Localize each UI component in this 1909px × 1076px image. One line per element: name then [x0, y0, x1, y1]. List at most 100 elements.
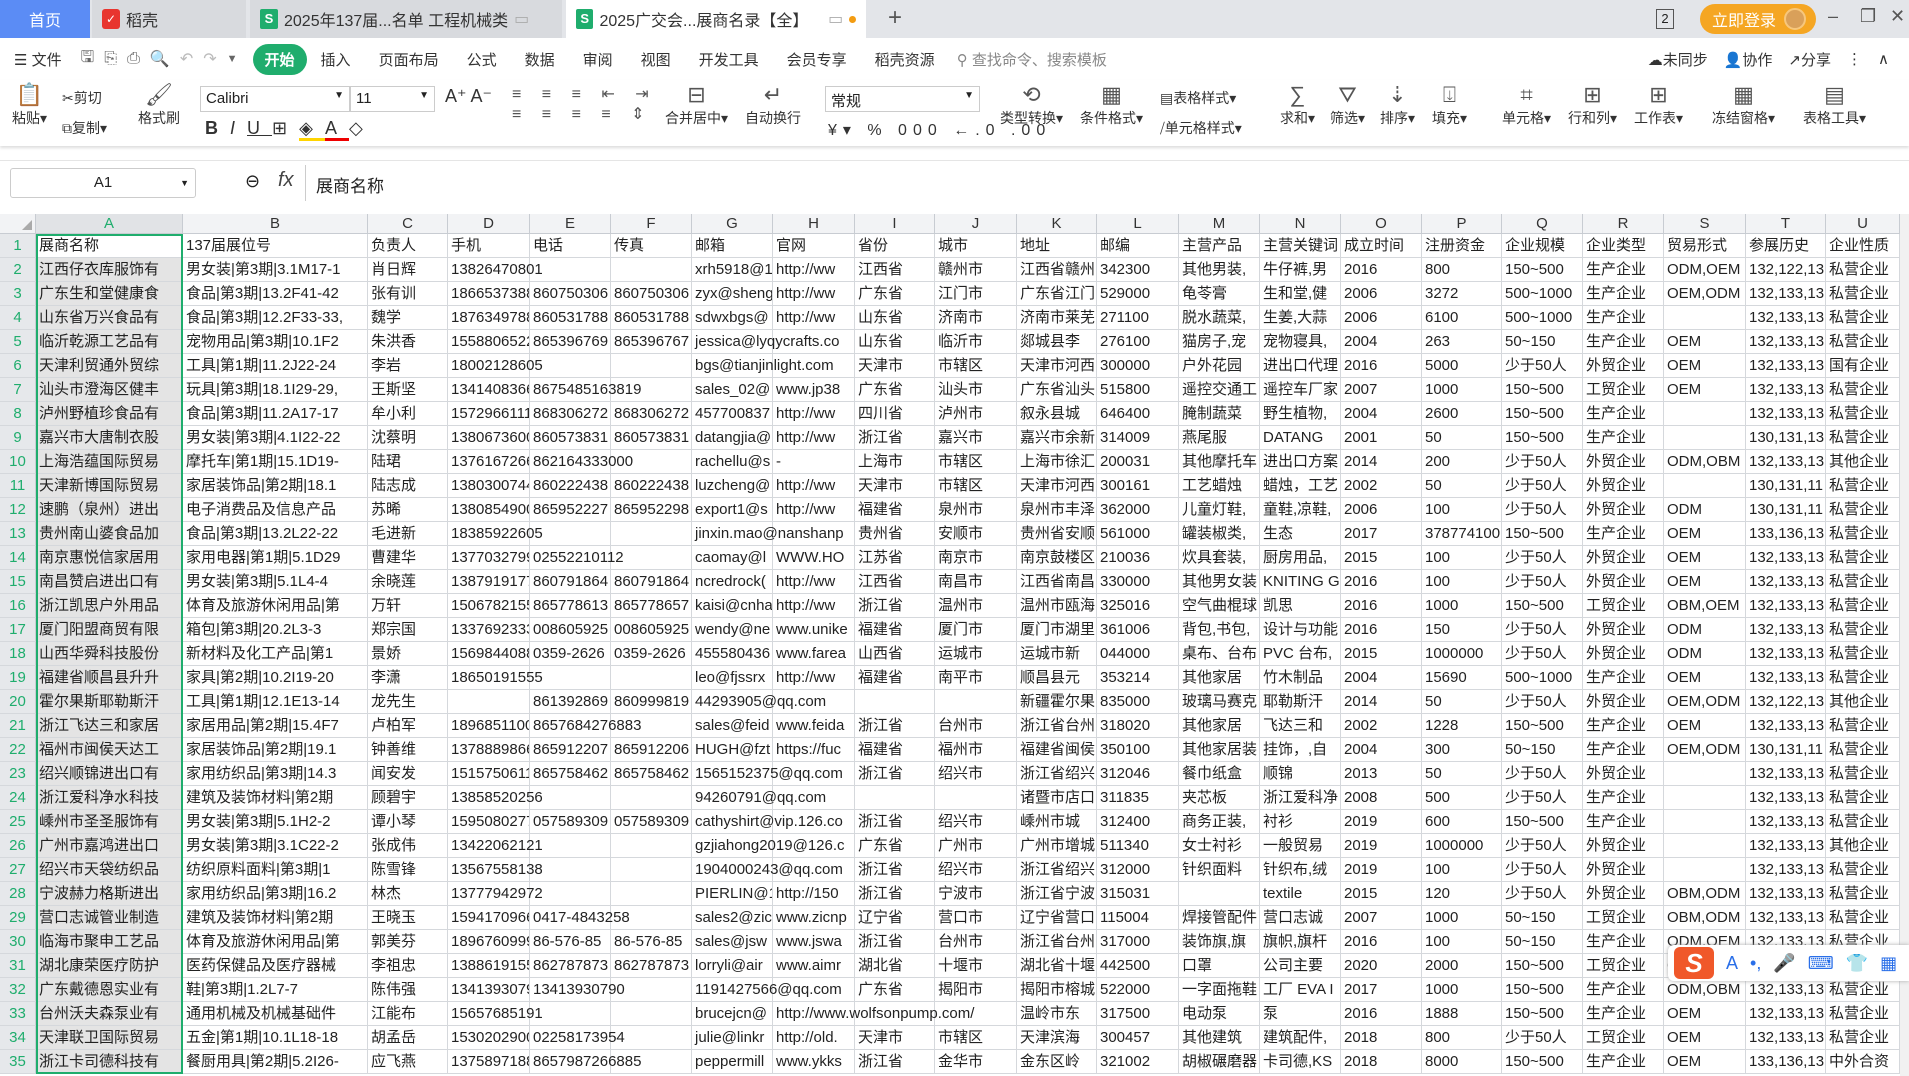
cell-J1[interactable]: 城市: [935, 234, 1017, 258]
cell-S29[interactable]: OBM,ODM: [1664, 906, 1746, 930]
cell-H31[interactable]: www.aimr: [773, 954, 855, 978]
cell-O29[interactable]: 2007: [1341, 906, 1422, 930]
cell-P13[interactable]: 378774100: [1422, 522, 1502, 546]
cell-N10[interactable]: 进出口方案: [1260, 450, 1341, 474]
new-tab-button[interactable]: +: [888, 4, 902, 32]
cell-P8[interactable]: 2600: [1422, 402, 1502, 426]
cell-K32[interactable]: 揭阳市榕城: [1017, 978, 1097, 1002]
cell-N34[interactable]: 建筑配件,: [1260, 1026, 1341, 1050]
cell-D26[interactable]: 13422062121: [448, 834, 543, 858]
cell-T4[interactable]: 132,133,13: [1746, 306, 1826, 330]
cell-F2[interactable]: [611, 258, 692, 282]
cell-Q2[interactable]: 150~500: [1502, 258, 1583, 282]
cell-Q13[interactable]: 150~500: [1502, 522, 1583, 546]
more-icon[interactable]: ⋮: [1847, 50, 1862, 68]
cell-U4[interactable]: 私营企业: [1826, 306, 1900, 330]
cell-G29[interactable]: sales2@zic: [692, 906, 773, 930]
cell-R25[interactable]: 生产企业: [1583, 810, 1664, 834]
cell-N11[interactable]: 蜡烛，工艺: [1260, 474, 1341, 498]
cell-O9[interactable]: 2001: [1341, 426, 1422, 450]
menu-tab-start[interactable]: 开始: [252, 43, 307, 75]
cell-E29[interactable]: 0417-4843258: [530, 906, 630, 930]
cell-E11[interactable]: 860222438: [530, 474, 611, 498]
column-header-L[interactable]: L: [1097, 214, 1179, 233]
cell-Q10[interactable]: 少于50人: [1502, 450, 1583, 474]
cell-L34[interactable]: 300457: [1097, 1026, 1179, 1050]
cell-O5[interactable]: 2004: [1341, 330, 1422, 354]
cell-T12[interactable]: 130,131,11: [1746, 498, 1826, 522]
cell-J5[interactable]: 临沂市: [935, 330, 1017, 354]
cell-D29[interactable]: 1594170966: [448, 906, 530, 930]
row-header[interactable]: 30: [0, 930, 36, 954]
cell-Q34[interactable]: 少于50人: [1502, 1026, 1583, 1050]
sum-button[interactable]: ∑ 求和▾: [1280, 82, 1315, 128]
cell-M24[interactable]: 夹芯板: [1179, 786, 1260, 810]
cell-R24[interactable]: 生产企业: [1583, 786, 1664, 810]
cell-O3[interactable]: 2006: [1341, 282, 1422, 306]
cell-T11[interactable]: 130,131,11: [1746, 474, 1826, 498]
cell-H18[interactable]: www.farea: [773, 642, 855, 666]
cell-E17[interactable]: 008605925: [530, 618, 611, 642]
cell-F16[interactable]: 865778657: [611, 594, 692, 618]
cell-O4[interactable]: 2006: [1341, 306, 1422, 330]
cell-Q4[interactable]: 500~1000: [1502, 306, 1583, 330]
cell-S10[interactable]: ODM,OBM: [1664, 450, 1746, 474]
cell-T26[interactable]: 132,133,13: [1746, 834, 1826, 858]
table-style-button[interactable]: ▤表格样式▾: [1160, 88, 1236, 108]
cell-G4[interactable]: sdwxbgs@: [692, 306, 773, 330]
cell-M13[interactable]: 罐装椒类,: [1179, 522, 1260, 546]
cell-Q24[interactable]: 少于50人: [1502, 786, 1583, 810]
cell-I35[interactable]: 浙江省: [855, 1050, 935, 1074]
cell-N3[interactable]: 生和堂,健: [1260, 282, 1341, 306]
cell-E16[interactable]: 865778613: [530, 594, 611, 618]
cell-R31[interactable]: 工贸企业: [1583, 954, 1664, 978]
cell-L15[interactable]: 330000: [1097, 570, 1179, 594]
cell-L30[interactable]: 317000: [1097, 930, 1179, 954]
cell-U10[interactable]: 其他企业: [1826, 450, 1900, 474]
cell-K18[interactable]: 运城市新: [1017, 642, 1097, 666]
cell-S16[interactable]: OBM,OEM: [1664, 594, 1746, 618]
cell-M35[interactable]: 胡椒碾磨器: [1179, 1050, 1260, 1074]
cell-A5[interactable]: 临沂乾源工艺品有: [36, 330, 183, 354]
cell-H12[interactable]: http://ww: [773, 498, 855, 522]
cell-G14[interactable]: caomay@l: [692, 546, 773, 570]
cell-K25[interactable]: 嵊州市城: [1017, 810, 1097, 834]
cell-M15[interactable]: 其他男女装: [1179, 570, 1260, 594]
cell-P1[interactable]: 注册资金: [1422, 234, 1502, 258]
cell-P11[interactable]: 50: [1422, 474, 1502, 498]
cell-K7[interactable]: 广东省汕头: [1017, 378, 1097, 402]
cell-O2[interactable]: 2016: [1341, 258, 1422, 282]
cell-T32[interactable]: 132,133,13: [1746, 978, 1826, 1002]
cell-A11[interactable]: 天津新博国际贸易: [36, 474, 183, 498]
cell-L17[interactable]: 361006: [1097, 618, 1179, 642]
tab-home[interactable]: 首页: [0, 0, 90, 38]
fx-icon[interactable]: fx: [278, 169, 294, 192]
cell-N8[interactable]: 野生植物,: [1260, 402, 1341, 426]
cell-O25[interactable]: 2019: [1341, 810, 1422, 834]
cell-T6[interactable]: 132,133,13: [1746, 354, 1826, 378]
cell-E18[interactable]: 0359-2626: [530, 642, 611, 666]
cell-T29[interactable]: 132,133,13: [1746, 906, 1826, 930]
cell-G35[interactable]: peppermill: [692, 1050, 773, 1074]
cell-R15[interactable]: 外贸企业: [1583, 570, 1664, 594]
cell-O30[interactable]: 2016: [1341, 930, 1422, 954]
cell-R26[interactable]: 外贸企业: [1583, 834, 1664, 858]
cell-J14[interactable]: 南京市: [935, 546, 1017, 570]
cell-Q29[interactable]: 50~150: [1502, 906, 1583, 930]
cell-P33[interactable]: 1888: [1422, 1002, 1502, 1026]
cell-C32[interactable]: 陈伟强: [368, 978, 448, 1002]
cell-Q15[interactable]: 少于50人: [1502, 570, 1583, 594]
cell-R10[interactable]: 外贸企业: [1583, 450, 1664, 474]
cell-P16[interactable]: 1000: [1422, 594, 1502, 618]
cell-G25[interactable]: cathyshirt@vip.126.co: [692, 810, 843, 834]
cell-R18[interactable]: 外贸企业: [1583, 642, 1664, 666]
cell-C33[interactable]: 江能布: [368, 1002, 448, 1026]
cell-O8[interactable]: 2004: [1341, 402, 1422, 426]
sort-button[interactable]: ⇣ 排序▾: [1380, 82, 1415, 128]
cell-O10[interactable]: 2014: [1341, 450, 1422, 474]
cell-M34[interactable]: 其他建筑: [1179, 1026, 1260, 1050]
collab-button[interactable]: 👤协作: [1724, 49, 1773, 70]
column-header-Q[interactable]: Q: [1502, 214, 1583, 233]
cell-U18[interactable]: 私营企业: [1826, 642, 1900, 666]
cell-S1[interactable]: 贸易形式: [1664, 234, 1746, 258]
